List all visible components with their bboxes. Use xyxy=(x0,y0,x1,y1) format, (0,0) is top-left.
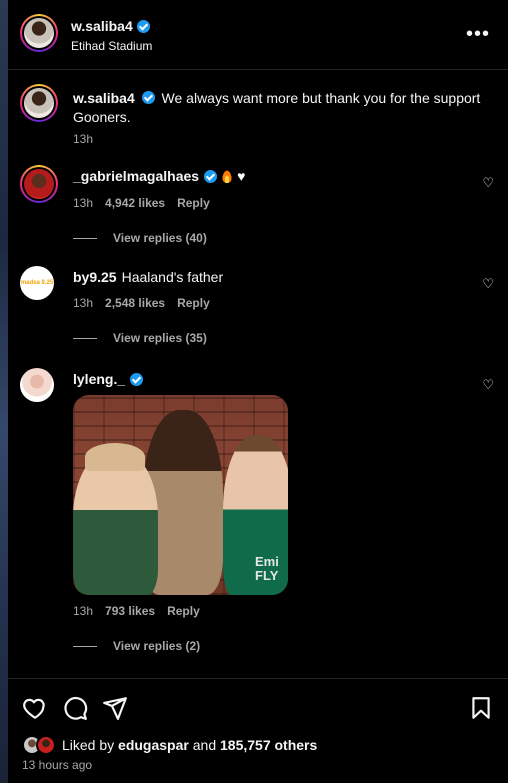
liked-by-text: Liked by edugaspar and 185,757 others xyxy=(62,737,318,753)
comment-avatar[interactable]: madsa 9.25 xyxy=(20,266,54,300)
comment-time: 13h xyxy=(73,296,94,310)
liked-by-row: Liked by edugaspar and 185,757 others xyxy=(22,735,317,755)
comment-username[interactable]: _gabrielmagalhaes xyxy=(73,168,199,184)
comment-likes[interactable]: 793 likes xyxy=(105,604,155,618)
view-replies-button[interactable]: View replies (40) xyxy=(73,231,207,245)
comment-likes[interactable]: 2,548 likes xyxy=(105,296,165,310)
caption-username[interactable]: w.saliba4 xyxy=(73,90,135,106)
like-comment-heart-icon[interactable]: ♡ xyxy=(482,276,494,292)
view-replies-label: View replies (35) xyxy=(113,331,207,345)
comment-meta: 13h 793 likes Reply xyxy=(73,604,200,618)
white-heart-emoji-icon: ♥ xyxy=(237,168,246,184)
liker-username[interactable]: edugaspar xyxy=(118,737,189,753)
save-bookmark-icon[interactable] xyxy=(468,695,494,721)
replies-divider-line xyxy=(73,645,97,647)
replies-divider-line xyxy=(73,337,97,339)
verified-badge-icon xyxy=(204,169,218,183)
post-location[interactable]: Etihad Stadium xyxy=(71,39,152,53)
post-comments-panel: w.saliba4 Etihad Stadium ••• w.saliba4 W… xyxy=(8,0,508,783)
caption-time: 13h xyxy=(73,132,94,146)
jersey-text: Emi FLY xyxy=(255,554,279,583)
by925-logo: madsa 9.25 xyxy=(20,280,54,286)
comment-avatar[interactable] xyxy=(20,368,54,402)
view-replies-button[interactable]: View replies (2) xyxy=(73,639,200,653)
comment-header: lyleng._ xyxy=(73,371,144,387)
background-page-strip xyxy=(0,0,8,783)
caption-avatar[interactable] xyxy=(20,84,58,122)
like-comment-heart-icon[interactable]: ♡ xyxy=(482,175,494,191)
liker-avatar[interactable] xyxy=(36,735,56,755)
caption-text: We always want more but thank you for th… xyxy=(73,90,481,125)
post-action-bar: Liked by edugaspar and 185,757 others 13… xyxy=(8,678,508,783)
comment-photo[interactable]: Emi FLY xyxy=(73,395,288,595)
photo-person xyxy=(73,450,158,595)
more-options-button[interactable]: ••• xyxy=(466,24,490,44)
caption-text-block: w.saliba4 We always want more but thank … xyxy=(73,89,493,127)
comment-time: 13h xyxy=(73,604,94,618)
reply-button[interactable]: Reply xyxy=(177,296,210,310)
comment-text: Haaland's father xyxy=(121,269,224,285)
fire-emoji-icon xyxy=(222,169,233,183)
view-replies-label: View replies (2) xyxy=(113,639,201,653)
view-replies-button[interactable]: View replies (35) xyxy=(73,331,207,345)
share-send-icon[interactable] xyxy=(102,695,128,721)
reply-button[interactable]: Reply xyxy=(177,196,210,210)
verified-badge-icon xyxy=(141,91,155,104)
comment-meta: 13h 2,548 likes Reply xyxy=(73,296,210,310)
comment-bubble-icon[interactable] xyxy=(62,695,88,721)
comment-time: 13h xyxy=(73,196,94,210)
comment-meta: 13h 4,942 likes Reply xyxy=(73,196,210,210)
likes-count-link[interactable]: 185,757 others xyxy=(220,737,317,753)
replies-divider-line xyxy=(73,237,97,239)
post-header: w.saliba4 Etihad Stadium ••• xyxy=(8,0,508,70)
view-replies-label: View replies (40) xyxy=(113,231,207,245)
comment-likes[interactable]: 4,942 likes xyxy=(105,196,165,210)
verified-badge-icon xyxy=(136,19,150,33)
verified-badge-icon xyxy=(130,372,144,386)
post-timestamp[interactable]: 13 hours ago xyxy=(22,758,92,772)
author-username-row[interactable]: w.saliba4 xyxy=(71,18,150,34)
like-comment-heart-icon[interactable]: ♡ xyxy=(482,377,494,393)
comment-header: by9.25 Haaland's father xyxy=(73,269,223,285)
comment-header: _gabrielmagalhaes ♥ xyxy=(73,168,245,184)
reply-button[interactable]: Reply xyxy=(167,604,200,618)
author-avatar[interactable] xyxy=(20,14,58,52)
author-username[interactable]: w.saliba4 xyxy=(71,18,133,34)
comment-avatar[interactable] xyxy=(20,165,58,203)
comment-username[interactable]: lyleng._ xyxy=(73,371,125,387)
comment-username[interactable]: by9.25 xyxy=(73,269,117,285)
like-heart-icon[interactable] xyxy=(22,695,48,721)
